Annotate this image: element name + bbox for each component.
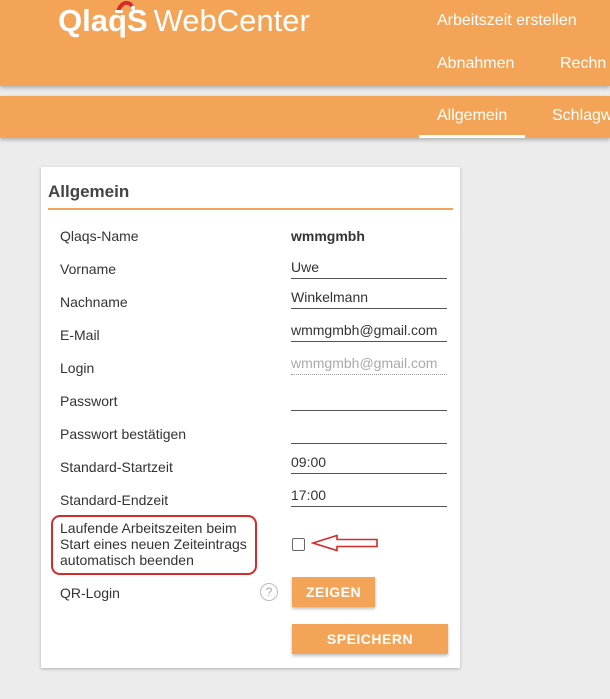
nav-arbeitszeit-erstellen[interactable]: Arbeitszeit erstellen [437, 12, 577, 30]
nav-rechnungen[interactable]: Rechn [560, 55, 606, 73]
card-title: Allgemein [48, 182, 453, 210]
label-passwort-bestaetigen: Passwort bestätigen [60, 426, 187, 442]
nav-abnahmen[interactable]: Abnahmen [437, 55, 514, 73]
login-input[interactable]: wmmgmbh@gmail.com [291, 351, 447, 375]
label-standard-startzeit: Standard-Startzeit [60, 459, 173, 475]
passwort-bestaetigen-input[interactable] [291, 420, 447, 444]
nachname-input[interactable]: Winkelmann [291, 285, 447, 309]
auto-end-line-3: automatisch beenden [60, 552, 194, 568]
help-icon[interactable]: ? [260, 583, 278, 601]
startzeit-input[interactable]: 09:00 [291, 450, 447, 474]
label-auto-end: Laufende Arbeitszeiten beim Start eines … [60, 520, 247, 568]
top-bar: QlaqS WebCenter Arbeitszeit erstellen Abn… [0, 0, 610, 86]
logo[interactable]: QlaqS WebCenter [58, 0, 310, 39]
tab-allgemein[interactable]: Allgemein [419, 96, 526, 138]
label-email: E-Mail [60, 327, 100, 343]
auto-end-line-2: Start eines neuen Zeiteintrags [60, 536, 247, 552]
qlaqs-name-value: wmmgmbh [291, 228, 365, 244]
logo-product: WebCenter [153, 3, 310, 38]
vorname-input[interactable]: Uwe [291, 255, 447, 279]
endzeit-input[interactable]: 17:00 [291, 483, 447, 507]
auto-end-line-1: Laufende Arbeitszeiten beim [60, 520, 237, 536]
settings-card: Allgemein Qlaqs-Name wmmgmbh Vorname Uwe… [41, 167, 460, 668]
label-nachname: Nachname [60, 294, 128, 310]
label-qr-login: QR-Login [60, 585, 120, 601]
speichern-button[interactable]: SPEICHERN [292, 624, 448, 654]
auto-end-checkbox[interactable] [292, 538, 305, 551]
label-vorname: Vorname [60, 261, 117, 277]
annotation-arrow-icon [311, 534, 378, 552]
label-qlaqs-name: Qlaqs-Name [60, 228, 139, 244]
santa-hat-icon [115, 0, 136, 13]
label-passwort: Passwort [60, 393, 118, 409]
passwort-input[interactable] [291, 387, 447, 411]
label-login: Login [60, 360, 95, 376]
tab-schlagworte[interactable]: Schlagw [552, 96, 610, 138]
label-standard-endzeit: Standard-Endzeit [60, 492, 169, 508]
email-input[interactable]: wmmgmbh@gmail.com [291, 318, 447, 342]
zeigen-button[interactable]: ZEIGEN [292, 577, 375, 607]
sub-nav-bar: Allgemein Schlagw [0, 96, 610, 138]
